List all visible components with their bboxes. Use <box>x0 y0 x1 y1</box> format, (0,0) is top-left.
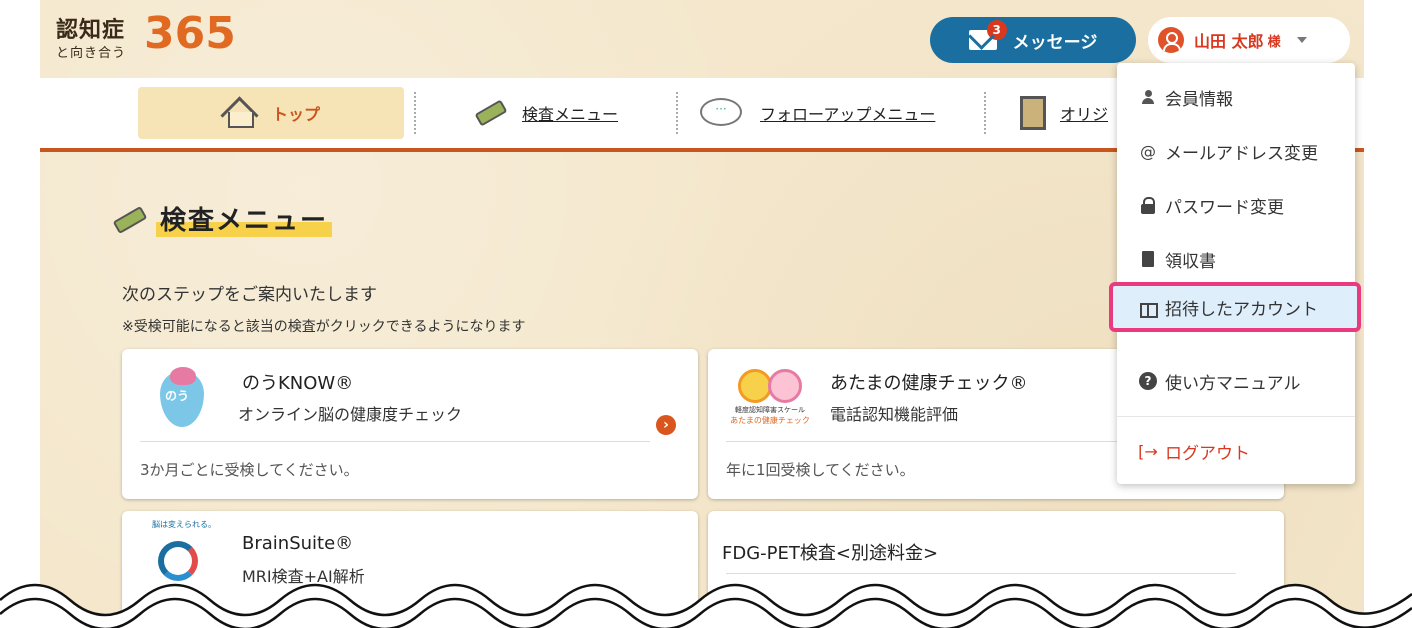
intro-note: ※受検可能になると該当の検査がクリックできるようになります <box>122 319 526 335</box>
user-dropdown-menu: 会員情報 @ メールアドレス変更 パスワード変更 領収書 招待したアカウント ?… <box>1109 63 1361 484</box>
logo-subtitle: と向き合う <box>56 46 127 61</box>
card-subtitle: 電話認知機能評価 <box>830 405 959 424</box>
card-divider <box>140 441 650 442</box>
atama-logo-name: あたまの健康チェック <box>730 416 810 425</box>
face-icon <box>768 369 802 403</box>
card-footer: 3か月ごとに受検してください。 <box>140 461 359 479</box>
nav-item-original[interactable]: オリジ <box>1020 87 1108 139</box>
logout-icon: [→ <box>1138 441 1158 461</box>
atama-logo: 軽度認知障害スケール あたまの健康チェック <box>730 369 810 429</box>
card-title: BrainSuite® <box>242 533 354 554</box>
menu-item-label: 会員情報 <box>1165 89 1233 110</box>
lock-icon <box>1139 196 1157 214</box>
card-subtitle: オンライン脳の健康度チェック <box>238 405 463 424</box>
intro-text: 次のステップをご案内いたします <box>122 285 377 305</box>
nav-item-label: オリジ <box>1060 105 1109 124</box>
message-count-badge: 3 <box>986 20 1007 40</box>
nav-separator <box>676 92 678 134</box>
logo-number: 365 <box>144 8 236 59</box>
exam-card-nouknow[interactable]: のう のうKNOW® オンライン脳の健康度チェック › 3か月ごとに受検してくだ… <box>122 349 698 499</box>
card-title: あたまの健康チェック® <box>830 373 1028 394</box>
nav-item-followup-menu[interactable]: フォローアップメニュー <box>700 87 935 139</box>
menu-item-member-info[interactable]: 会員情報 <box>1117 72 1355 122</box>
menu-item-invited-accounts[interactable]: 招待したアカウント <box>1109 282 1361 332</box>
person-icon <box>1139 88 1157 106</box>
nav-item-label: 検査メニュー <box>522 105 619 124</box>
user-honorific: 様 <box>1267 34 1281 50</box>
pencil-icon <box>114 207 148 237</box>
menu-item-logout[interactable]: [→ ログアウト <box>1117 426 1355 476</box>
nav-item-exam-menu[interactable]: 検査メニュー <box>474 87 618 139</box>
menu-item-label: パスワード変更 <box>1165 197 1284 218</box>
wavy-cut-edge <box>0 583 1412 628</box>
user-menu-button[interactable]: 山田 太郎 様 <box>1148 17 1350 63</box>
nav-item-label: フォローアップメニュー <box>760 105 936 124</box>
chevron-down-icon <box>1296 37 1307 43</box>
at-icon: @ <box>1140 141 1156 161</box>
house-icon <box>222 98 258 128</box>
nav-item-top[interactable]: トップ <box>138 87 404 139</box>
card-footer: 年に1回受検してください。 <box>726 461 915 479</box>
menu-item-receipts[interactable]: 領収書 <box>1117 234 1355 284</box>
nav-separator <box>984 92 986 134</box>
atama-logo-caption: 軽度認知障害スケール <box>735 406 805 414</box>
envelope-icon: 3 <box>968 20 1007 50</box>
help-icon: ? <box>1139 372 1157 390</box>
speech-bubble-icon <box>700 98 746 128</box>
page-title: 検査メニュー <box>156 200 333 237</box>
menu-item-change-email[interactable]: @ メールアドレス変更 <box>1117 126 1355 176</box>
logo[interactable]: 認知症 と向き合う 365 <box>56 8 256 62</box>
film-icon <box>1020 96 1046 130</box>
face-icon <box>738 369 772 403</box>
message-button-label: メッセージ <box>1012 32 1098 53</box>
nav-separator <box>414 92 416 134</box>
menu-item-label: 招待したアカウント <box>1165 299 1318 320</box>
logo-kanji: 認知症 <box>56 18 126 43</box>
menu-item-user-manual[interactable]: ? 使い方マニュアル <box>1117 356 1355 406</box>
user-name: 山田 太郎 <box>1194 32 1264 51</box>
menu-item-label: メールアドレス変更 <box>1165 143 1318 164</box>
menu-item-label: ログアウト <box>1165 443 1250 464</box>
menu-item-label: 使い方マニュアル <box>1165 373 1301 394</box>
section-header: 検査メニュー <box>114 200 333 237</box>
nouknow-logo-text: のう <box>165 389 190 403</box>
pencil-icon <box>474 100 508 126</box>
menu-item-change-password[interactable]: パスワード変更 <box>1117 180 1355 230</box>
brainsuite-logo-caption: 脳は変えられる。 <box>152 520 216 529</box>
gift-icon <box>1139 298 1158 318</box>
menu-divider <box>1117 416 1355 417</box>
arrow-right-icon[interactable]: › <box>656 415 676 435</box>
card-divider <box>726 441 1126 442</box>
menu-item-label: 領収書 <box>1165 251 1216 272</box>
document-icon <box>1139 250 1157 268</box>
card-title: のうKNOW® <box>242 373 354 394</box>
message-button[interactable]: 3 メッセージ <box>930 17 1136 63</box>
user-avatar-icon <box>1158 27 1184 53</box>
nav-item-label: トップ <box>271 105 320 124</box>
